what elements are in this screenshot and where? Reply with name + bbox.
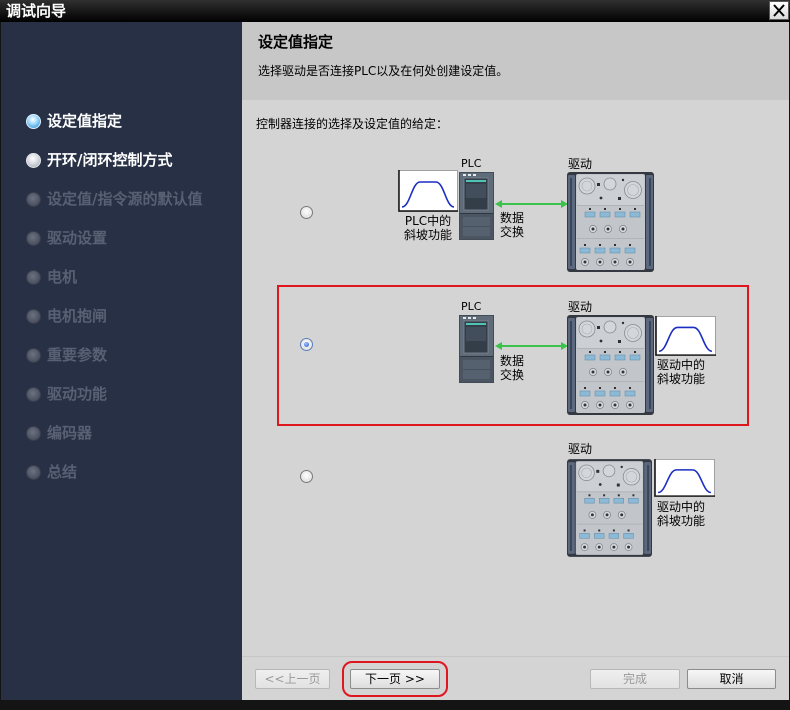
plc-module-image bbox=[459, 172, 494, 240]
page-header: 设定值指定 选择驱动是否连接PLC以及在何处创建设定值。 bbox=[242, 22, 789, 100]
sidebar-step-motor: 电机 bbox=[26, 268, 202, 286]
sidebar-step-setpoint-specification[interactable]: 设定值指定 bbox=[26, 112, 202, 130]
page-title: 设定值指定 bbox=[258, 33, 334, 51]
sidebar-step-drive-functions: 驱动功能 bbox=[26, 385, 202, 403]
data-exchange-label: 数据 交换 bbox=[500, 354, 524, 382]
page-subtitle: 选择驱动是否连接PLC以及在何处创建设定值。 bbox=[258, 64, 509, 78]
title-bar: 调试向导 bbox=[0, 0, 790, 22]
selection-prompt: 控制器连接的选择及设定值的给定： bbox=[256, 117, 449, 131]
drive-label: 驱动 bbox=[568, 300, 593, 314]
setpoint-option-ramp-in-plc[interactable]: PLC中的 斜坡功能 PLC 数据 交换 驱动 bbox=[277, 150, 749, 280]
step-bullet-icon bbox=[26, 113, 41, 129]
setpoint-option-ramp-in-drive-standalone[interactable]: 驱动 驱动中的 斜坡功能 bbox=[277, 432, 749, 567]
close-button[interactable] bbox=[769, 1, 789, 20]
option-radio[interactable] bbox=[300, 206, 313, 219]
step-bullet-icon bbox=[26, 152, 41, 168]
ramp-function-chart-image bbox=[398, 170, 458, 212]
ramp-location-label: PLC中的 斜坡功能 bbox=[398, 214, 458, 242]
exchange-label-line-2: 交换 bbox=[500, 368, 525, 382]
ramp-label-line-1: 驱动中的 bbox=[657, 500, 706, 514]
exchange-label-line-1: 数据 bbox=[500, 211, 525, 225]
exchange-label-line-2: 交换 bbox=[500, 225, 525, 239]
finish-button[interactable]: 完成 bbox=[590, 669, 680, 689]
step-bullet-icon bbox=[26, 425, 41, 441]
sidebar-step-setpoint-defaults: 设定值/指令源的默认值 bbox=[26, 190, 202, 208]
previous-button[interactable]: <<上一页 bbox=[255, 669, 330, 689]
ramp-label-line-2: 斜坡功能 bbox=[657, 514, 706, 528]
step-bullet-icon bbox=[26, 386, 41, 402]
wizard-button-bar: <<上一页 下一页 >> 完成 取消 bbox=[242, 656, 789, 700]
drive-module-image bbox=[567, 458, 652, 558]
option-radio[interactable] bbox=[300, 470, 313, 483]
step-label: 驱动功能 bbox=[47, 385, 108, 403]
step-label: 设定值/指令源的默认值 bbox=[47, 190, 203, 208]
setpoint-option-ramp-in-drive-with-plc[interactable]: PLC 数据 交换 驱动 驱动中的 斜坡功能 bbox=[277, 285, 749, 426]
step-bullet-icon bbox=[26, 191, 41, 207]
step-bullet-icon bbox=[26, 269, 41, 285]
sidebar-step-encoder: 编码器 bbox=[26, 424, 202, 442]
drive-module-image bbox=[567, 172, 654, 272]
ramp-label-line-2: 斜坡功能 bbox=[403, 228, 452, 242]
next-button[interactable]: 下一页 >> bbox=[342, 661, 448, 697]
step-label: 开环/闭环控制方式 bbox=[47, 151, 173, 169]
step-label: 编码器 bbox=[47, 424, 93, 442]
plc-label: PLC bbox=[461, 300, 482, 313]
drive-module-image bbox=[567, 315, 654, 415]
option-radio[interactable] bbox=[300, 338, 313, 351]
commissioning-wizard-dialog: 调试向导 设定值指定 开环/闭环控制方式 设定值/指令源的默认值 驱动设置 电机… bbox=[0, 0, 790, 710]
sidebar-step-control-mode[interactable]: 开环/闭环控制方式 bbox=[26, 151, 202, 169]
main-content: 控制器连接的选择及设定值的给定： PLC中的 斜坡功能 PLC 数据 交换 驱动 bbox=[242, 100, 789, 656]
ramp-function-chart-image bbox=[654, 459, 715, 497]
ramp-label-line-1: 驱动中的 bbox=[657, 358, 706, 372]
cancel-button[interactable]: 取消 bbox=[687, 669, 776, 689]
step-label: 重要参数 bbox=[47, 346, 108, 364]
sidebar-step-summary: 总结 bbox=[26, 463, 202, 481]
sidebar-step-motor-brake: 电机抱闸 bbox=[26, 307, 202, 325]
plc-label: PLC bbox=[461, 157, 482, 170]
ramp-label-line-2: 斜坡功能 bbox=[657, 372, 706, 386]
close-icon bbox=[773, 4, 785, 17]
data-exchange-arrow-icon bbox=[495, 342, 568, 350]
ramp-location-label: 驱动中的 斜坡功能 bbox=[657, 500, 705, 528]
drive-label: 驱动 bbox=[568, 157, 593, 171]
wizard-steps-sidebar: 设定值指定 开环/闭环控制方式 设定值/指令源的默认值 驱动设置 电机 电机抱闸 bbox=[1, 22, 242, 700]
step-bullet-icon bbox=[26, 230, 41, 246]
plc-module-image bbox=[459, 315, 494, 383]
sidebar-step-drive-settings: 驱动设置 bbox=[26, 229, 202, 247]
step-label: 驱动设置 bbox=[47, 229, 108, 247]
exchange-label-line-1: 数据 bbox=[500, 354, 525, 368]
sidebar-step-important-parameters: 重要参数 bbox=[26, 346, 202, 364]
step-bullet-icon bbox=[26, 464, 41, 480]
ramp-function-chart-image bbox=[655, 316, 716, 356]
step-label: 设定值指定 bbox=[47, 112, 123, 130]
step-label: 总结 bbox=[47, 463, 78, 481]
step-bullet-icon bbox=[26, 347, 41, 363]
drive-label: 驱动 bbox=[568, 442, 593, 456]
window-title: 调试向导 bbox=[6, 2, 67, 20]
wizard-steps-list: 设定值指定 开环/闭环控制方式 设定值/指令源的默认值 驱动设置 电机 电机抱闸 bbox=[26, 112, 202, 502]
ramp-label-line-1: PLC中的 bbox=[404, 214, 452, 228]
step-label: 电机 bbox=[47, 268, 78, 286]
data-exchange-label: 数据 交换 bbox=[500, 211, 524, 239]
data-exchange-arrow-icon bbox=[495, 200, 568, 208]
step-label: 电机抱闸 bbox=[47, 307, 108, 325]
ramp-location-label: 驱动中的 斜坡功能 bbox=[657, 358, 705, 386]
step-bullet-icon bbox=[26, 308, 41, 324]
